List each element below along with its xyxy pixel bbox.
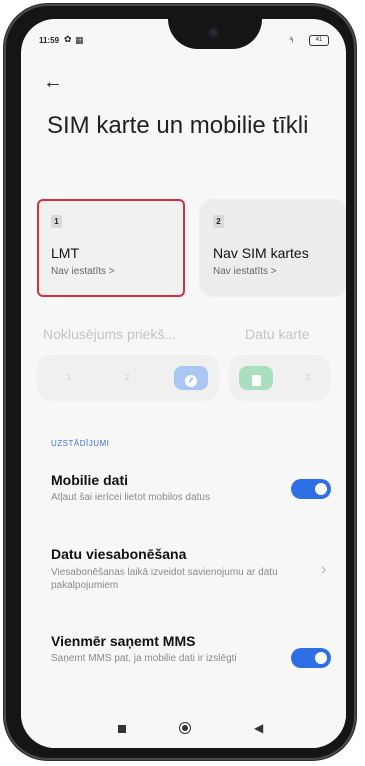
mobile-data-toggle[interactable] bbox=[291, 479, 331, 499]
sim-card-1[interactable]: 1 LMT Nav iestatīts > bbox=[37, 199, 185, 297]
always-mms-title: Vienmēr saņemt MMS bbox=[51, 633, 196, 649]
default-for-selector[interactable]: 1 2 bbox=[37, 355, 219, 401]
battery-icon: 41 bbox=[309, 35, 329, 46]
data-card-selector[interactable]: 2 bbox=[229, 355, 330, 401]
data-roaming-subtitle: Viesabonēšanas laikā izveidot savienojum… bbox=[51, 567, 278, 591]
back-triangle-icon[interactable]: ◀ bbox=[254, 721, 263, 735]
default-sim-2-option[interactable]: 2 bbox=[115, 366, 139, 390]
mobile-data-subtitle: Atļaut šai ierīcei lietot mobilos datus bbox=[51, 492, 210, 503]
data-sim-2-option[interactable]: 2 bbox=[296, 366, 320, 390]
sim-slot-badge: 2 bbox=[213, 215, 224, 228]
always-mms-toggle[interactable] bbox=[291, 648, 331, 668]
sim-slot-badge: 1 bbox=[51, 215, 62, 228]
default-ask-option[interactable] bbox=[174, 366, 208, 390]
sim-name: Nav SIM kartes bbox=[213, 245, 309, 261]
default-sim-1-option[interactable]: 1 bbox=[57, 366, 81, 390]
recent-apps-icon[interactable] bbox=[118, 725, 126, 733]
screen: 11:59 ✿ ▦ ⁴ᵢₗ 41 ← SIM karte un mobilie … bbox=[21, 19, 346, 748]
sim-status: Nav iestatīts > bbox=[213, 266, 277, 277]
sim-card-2[interactable]: 2 Nav SIM kartes Nav iestatīts > bbox=[199, 199, 346, 297]
home-icon[interactable] bbox=[179, 722, 191, 734]
front-camera-icon bbox=[208, 27, 219, 38]
settings-gear-icon: ✿ bbox=[64, 34, 72, 44]
navigation-bar: ◀ bbox=[21, 709, 346, 748]
sim-name: LMT bbox=[51, 245, 79, 261]
data-sim-1-option[interactable] bbox=[239, 366, 273, 390]
settings-group-header: UZSTĀDĪJUMI bbox=[51, 439, 110, 448]
app-grid-icon: ▦ bbox=[75, 35, 84, 45]
page-title: SIM karte un mobilie tīkli bbox=[47, 112, 309, 139]
signal-icon: ⁴ᵢₗ bbox=[289, 35, 293, 44]
chevron-right-icon[interactable]: › bbox=[321, 561, 326, 579]
sim-status: Nav iestatīts > bbox=[51, 266, 115, 277]
check-icon bbox=[185, 375, 197, 387]
back-arrow-icon[interactable]: ← bbox=[43, 71, 63, 94]
sim-icon bbox=[251, 375, 261, 386]
status-time: 11:59 bbox=[39, 36, 60, 45]
data-roaming-title: Datu viesabonēšana bbox=[51, 546, 187, 562]
always-mms-subtitle: Saņemt MMS pat, ja mobilie dati ir izslē… bbox=[51, 653, 237, 664]
data-card-label: Datu karte bbox=[245, 326, 310, 342]
mobile-data-title: Mobilie dati bbox=[51, 472, 128, 488]
default-for-label: Noklusējums priekš... bbox=[43, 326, 177, 342]
